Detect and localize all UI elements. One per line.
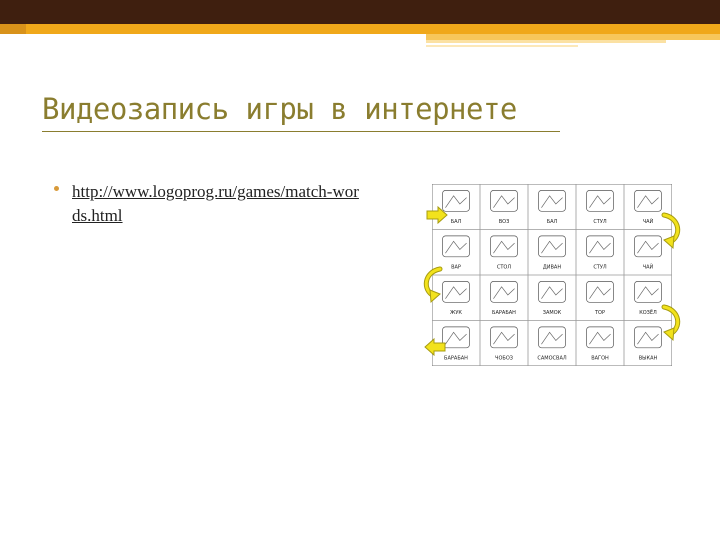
worksheet-word: ЧАЙ [643, 264, 654, 271]
title-underline [42, 131, 560, 132]
bullet-dot [54, 186, 59, 191]
curved-arrow-icon [661, 304, 681, 342]
worksheet-word: САМОСВАЛ [537, 356, 567, 362]
worksheet-word: ВАР [451, 265, 461, 271]
worksheet-word: ВОЗ [499, 219, 510, 225]
curved-arrow-icon [661, 212, 681, 250]
game-link[interactable]: http://www.logoprog.ru/games/match-words… [72, 180, 362, 228]
accent-band-left [0, 24, 26, 34]
right-arrow-icon [426, 206, 448, 224]
worksheet-word: СТУЛ [593, 219, 607, 225]
left-arrow-icon [424, 338, 446, 356]
worksheet-word: ТОР [594, 310, 605, 316]
worksheet-image: БАЛ ВОЗ БАЛ СТУЛ ЧАЙ ВАР СТОЛ ДИВАН СТУЛ ЧАЙ ЖУК БА… [432, 184, 672, 366]
worksheet-word: БАЛ [451, 219, 462, 225]
worksheet-word: ЗАМОК [543, 310, 562, 316]
worksheet-word: КОЗЁЛ [639, 309, 657, 316]
slide-title: Видеозапись игры в интернете [42, 92, 517, 126]
worksheet-word: ЧОБОЗ [495, 356, 513, 362]
worksheet-word: ЖУК [450, 310, 462, 316]
accent-stripe [426, 40, 666, 43]
worksheet-word: ЧАЙ [643, 218, 654, 225]
worksheet-word: ДИВАН [543, 265, 561, 271]
worksheet-word: БАЛ [547, 219, 558, 225]
worksheet-word: БАРАБАН [492, 310, 516, 316]
accent-stripe [426, 45, 578, 47]
header-band [0, 0, 720, 24]
worksheet-word: СТОЛ [497, 265, 511, 271]
worksheet-word: ВЫКАН [639, 356, 658, 362]
worksheet-word: СТУЛ [593, 265, 607, 271]
worksheet-word: ВАГОН [591, 356, 609, 362]
worksheet-word: БАРАБАН [444, 356, 468, 362]
accent-band [0, 24, 720, 34]
curved-arrow-icon [423, 266, 443, 304]
